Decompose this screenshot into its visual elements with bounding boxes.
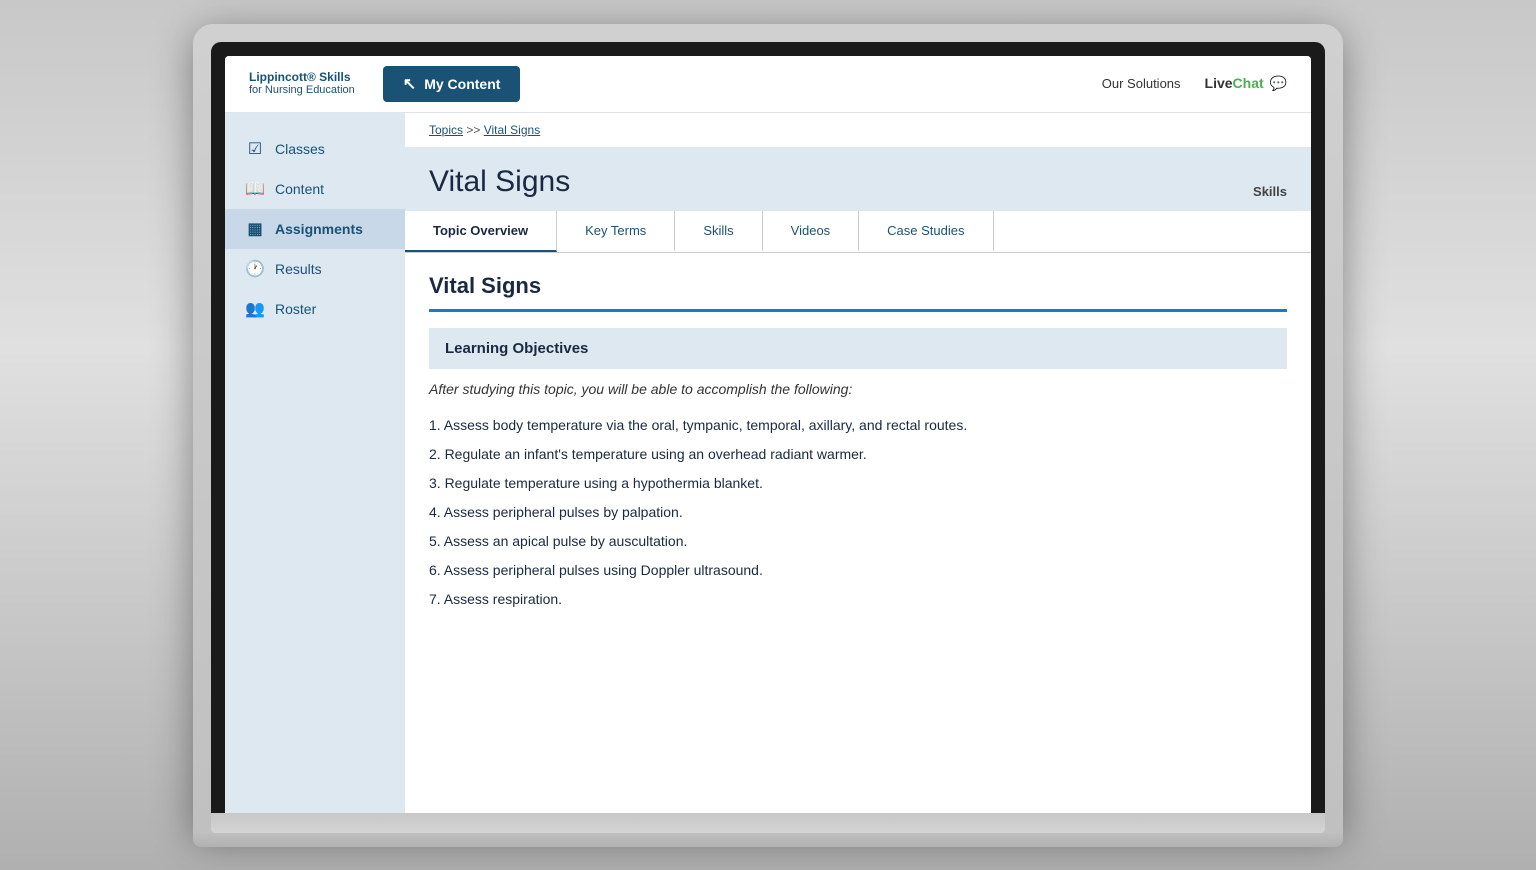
tab-skills[interactable]: Skills [675,211,762,252]
results-icon: 🕐 [245,259,265,279]
sidebar-assignments-label: Assignments [275,221,363,237]
content-body: Vital Signs Learning Objectives After st… [405,253,1311,634]
sidebar-item-classes[interactable]: ☑ Classes [225,129,405,169]
objectives-list: 1. Assess body temperature via the oral,… [429,411,1287,614]
sidebar-item-roster[interactable]: 👥 Roster [225,289,405,329]
my-content-label: My Content [424,76,500,92]
sidebar-item-results[interactable]: 🕐 Results [225,249,405,289]
tab-case-studies[interactable]: Case Studies [859,211,993,252]
tab-topic-overview[interactable]: Topic Overview [405,211,557,252]
content-area: Topics >> Vital Signs Vital Signs Skills [405,113,1311,813]
sidebar-content-label: Content [275,181,324,197]
brand-line1: Lippincott® Skills [249,70,355,84]
brand-line2: for Nursing Education [249,84,355,97]
breadcrumb: Topics >> Vital Signs [405,113,1311,147]
sidebar-item-content[interactable]: 📖 Content [225,169,405,209]
top-nav: Lippincott® Skills for Nursing Education… [225,56,1311,113]
tabs-bar: Topic Overview Key Terms Skills Videos [405,211,1311,253]
sidebar-roster-label: Roster [275,301,316,317]
laptop-base [193,833,1343,847]
assignments-icon: ▦ [245,219,265,239]
livechat-icon: 💬 [1270,75,1287,91]
blue-rule [429,309,1287,312]
laptop-bottom [211,813,1325,833]
intro-text: After studying this topic, you will be a… [429,381,1287,397]
main-layout: ☑ Classes 📖 Content ▦ Assignments 🕐 [225,113,1311,813]
content-icon: 📖 [245,179,265,199]
topic-header: Vital Signs Skills [405,147,1311,211]
breadcrumb-current-link[interactable]: Vital Signs [484,123,540,137]
objective-item: 7. Assess respiration. [429,585,1287,614]
sidebar-item-assignments[interactable]: ▦ Assignments [225,209,405,249]
breadcrumb-topics-link[interactable]: Topics [429,123,463,137]
livechat-link[interactable]: LiveChat 💬 [1205,75,1287,92]
brand-logo: Lippincott® Skills for Nursing Education [249,70,355,98]
roster-icon: 👥 [245,299,265,319]
content-section-title: Vital Signs [429,273,1287,299]
learning-objectives-title: Learning Objectives [445,340,1271,357]
objective-item: 4. Assess peripheral pulses by palpation… [429,498,1287,527]
objective-item: 2. Regulate an infant's temperature usin… [429,440,1287,469]
topic-title: Vital Signs [429,165,570,199]
my-content-button[interactable]: ↖ My Content [383,66,521,102]
tab-key-terms[interactable]: Key Terms [557,211,675,252]
nav-right: Our Solutions LiveChat 💬 [1102,75,1287,92]
objective-item: 5. Assess an apical pulse by auscultatio… [429,527,1287,556]
breadcrumb-separator: >> [466,123,483,137]
our-solutions-link[interactable]: Our Solutions [1102,76,1181,91]
learning-objectives-box: Learning Objectives [429,328,1287,369]
sidebar: ☑ Classes 📖 Content ▦ Assignments 🕐 [225,113,405,813]
tab-videos[interactable]: Videos [763,211,860,252]
classes-icon: ☑ [245,139,265,159]
objective-item: 1. Assess body temperature via the oral,… [429,411,1287,440]
sidebar-results-label: Results [275,261,322,277]
objective-item: 6. Assess peripheral pulses using Dopple… [429,556,1287,585]
objective-item: 3. Regulate temperature using a hypother… [429,469,1287,498]
sidebar-classes-label: Classes [275,141,325,157]
skills-label: Skills [1253,184,1287,199]
my-content-icon: ↖ [403,74,416,94]
